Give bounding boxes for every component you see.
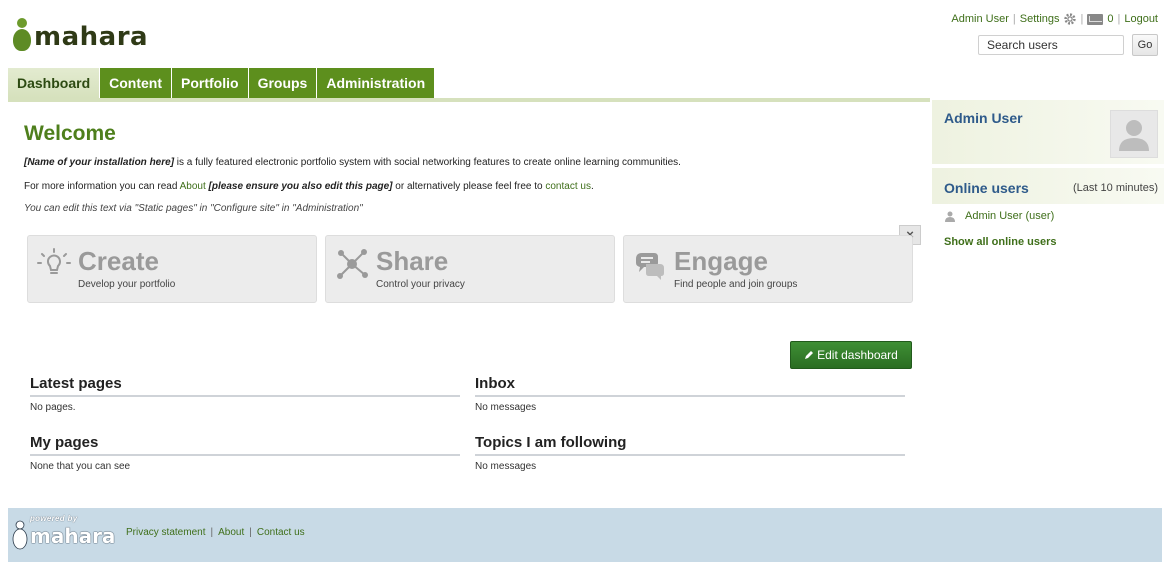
intro-line-3: You can edit this text via "Static pages… bbox=[24, 203, 363, 214]
mahara-figure-icon bbox=[12, 520, 28, 550]
topics-following-block: Topics I am following No messages bbox=[475, 434, 905, 472]
tab-administration[interactable]: Administration bbox=[317, 68, 435, 98]
latest-pages-block: Latest pages No pages. bbox=[30, 375, 460, 413]
feature-subtitle: Control your privacy bbox=[376, 279, 465, 290]
edit-dashboard-button[interactable]: Edit dashboard bbox=[790, 341, 912, 369]
mahara-logo[interactable]: mahara bbox=[12, 12, 148, 52]
mahara-figure-icon bbox=[12, 18, 32, 52]
feature-share[interactable]: Share Control your privacy bbox=[325, 235, 615, 303]
feature-subtitle: Find people and join groups bbox=[674, 279, 798, 290]
powered-by-text: powered by bbox=[30, 514, 78, 523]
pencil-icon bbox=[804, 350, 814, 360]
footer-links: Privacy statement | About | Contact us bbox=[126, 527, 305, 538]
tab-groups[interactable]: Groups bbox=[248, 68, 317, 98]
search-go-button[interactable]: Go bbox=[1132, 34, 1158, 56]
contact-us-link[interactable]: contact us bbox=[545, 181, 591, 192]
about-link[interactable]: About bbox=[180, 181, 206, 192]
block-title: My pages bbox=[30, 434, 460, 456]
sidebar: Admin User Online users (Last 10 minutes… bbox=[932, 98, 1164, 508]
feature-engage[interactable]: Engage Find people and join groups bbox=[623, 235, 913, 303]
gear-icon[interactable] bbox=[1063, 12, 1077, 26]
online-users-header: Online users (Last 10 minutes) bbox=[932, 168, 1164, 204]
user-profile-link[interactable]: Admin User bbox=[951, 13, 1008, 25]
tab-dashboard[interactable]: Dashboard bbox=[8, 68, 100, 98]
block-title: Inbox bbox=[475, 375, 905, 397]
user-toolbar: Admin User | Settings | 0 | Logout bbox=[951, 12, 1158, 26]
footer: powered by mahara Privacy statement | Ab… bbox=[8, 508, 1162, 562]
feature-title: Share bbox=[376, 246, 449, 276]
user-icon bbox=[944, 210, 956, 222]
profile-name-link[interactable]: Admin User bbox=[944, 110, 1023, 126]
installation-name: [Name of your installation here] bbox=[24, 157, 175, 168]
profile-card: Admin User bbox=[932, 100, 1164, 164]
block-title: Topics I am following bbox=[475, 434, 905, 456]
nav-underline bbox=[8, 98, 930, 102]
share-network-icon bbox=[334, 246, 370, 282]
logo-text: mahara bbox=[34, 22, 149, 52]
logout-link[interactable]: Logout bbox=[1124, 13, 1158, 25]
block-text: No pages. bbox=[30, 402, 76, 413]
online-users-title: Online users bbox=[944, 180, 1029, 196]
feature-subtitle: Develop your portfolio bbox=[78, 279, 176, 290]
user-search: Go bbox=[978, 34, 1158, 56]
intro-line-2: For more information you can read About … bbox=[24, 181, 594, 192]
about-footer-link[interactable]: About bbox=[218, 527, 244, 538]
settings-link[interactable]: Settings bbox=[1020, 13, 1060, 25]
online-users-timeframe: (Last 10 minutes) bbox=[1073, 182, 1158, 194]
my-pages-block: My pages None that you can see bbox=[30, 434, 460, 472]
main-nav: Dashboard Content Portfolio Groups Admin… bbox=[8, 68, 435, 98]
chat-bubbles-icon bbox=[632, 246, 668, 282]
show-all-online-users-link[interactable]: Show all online users bbox=[944, 236, 1056, 248]
contact-us-footer-link[interactable]: Contact us bbox=[257, 527, 305, 538]
lightbulb-icon bbox=[36, 246, 72, 282]
powered-by-mahara-logo[interactable]: powered by mahara bbox=[12, 514, 116, 556]
inbox-block: Inbox No messages bbox=[475, 375, 905, 413]
avatar[interactable] bbox=[1110, 110, 1158, 158]
block-title: Latest pages bbox=[30, 375, 460, 397]
inbox-count[interactable]: 0 bbox=[1107, 13, 1113, 25]
block-text: No messages bbox=[475, 461, 537, 472]
page-title: Welcome bbox=[24, 122, 116, 145]
feature-title: Create bbox=[78, 246, 159, 276]
online-user-name[interactable]: Admin User (user) bbox=[965, 210, 1054, 222]
block-text: No messages bbox=[475, 402, 537, 413]
block-text: None that you can see bbox=[30, 461, 131, 472]
feature-create[interactable]: Create Develop your portfolio bbox=[27, 235, 317, 303]
search-users-input[interactable] bbox=[978, 35, 1124, 55]
intro-line-1: [Name of your installation here] is a fu… bbox=[24, 157, 681, 168]
privacy-statement-link[interactable]: Privacy statement bbox=[126, 527, 205, 538]
tab-content[interactable]: Content bbox=[100, 68, 172, 98]
tab-portfolio[interactable]: Portfolio bbox=[172, 68, 248, 98]
edit-dashboard-label: Edit dashboard bbox=[817, 348, 898, 362]
mail-icon[interactable] bbox=[1087, 13, 1104, 25]
online-user-item[interactable]: Admin User (user) bbox=[944, 210, 1054, 222]
footer-logo-text: mahara bbox=[30, 524, 116, 548]
feature-title: Engage bbox=[674, 246, 768, 276]
